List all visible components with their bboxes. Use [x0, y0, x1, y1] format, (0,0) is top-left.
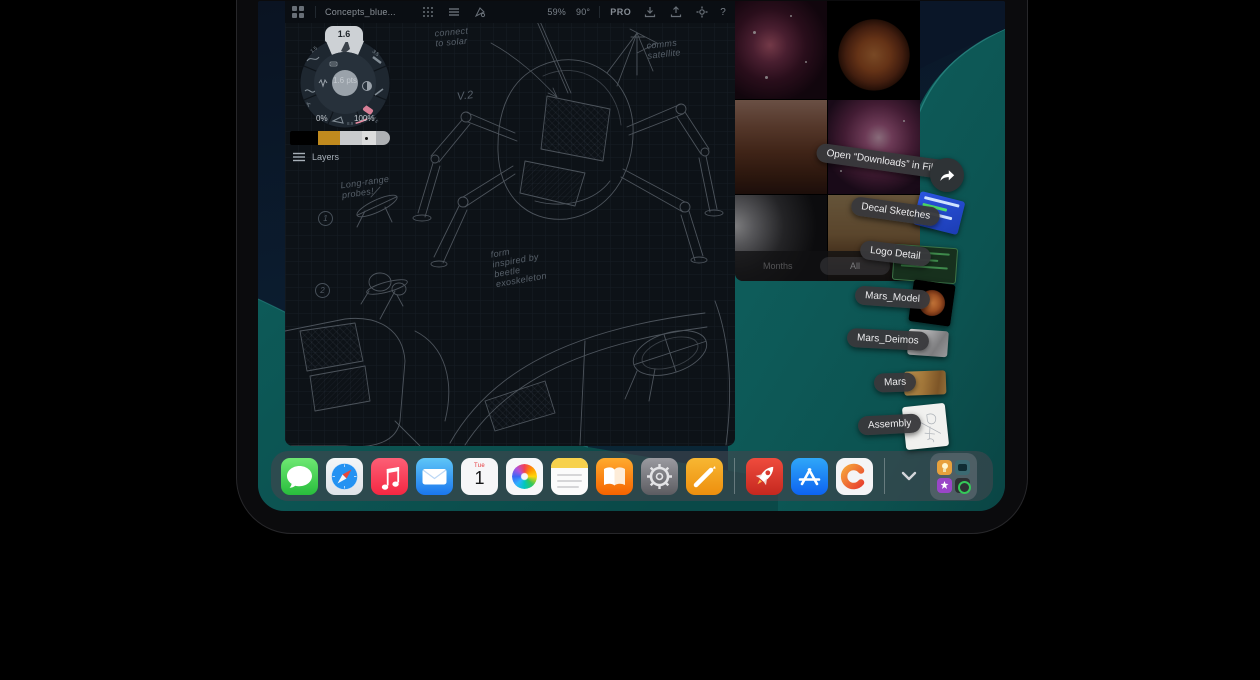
photos-flower-icon [512, 464, 537, 489]
dock-app-app-store[interactable] [791, 458, 828, 495]
safari-icon [326, 458, 363, 495]
opacity-max-label: 100% [354, 114, 374, 123]
help-icon[interactable]: ? [720, 7, 726, 18]
size-pts-label[interactable]: 1.6 pts [294, 76, 396, 85]
dock-app-library[interactable] [930, 453, 977, 500]
dock-app-concepts[interactable] [836, 458, 873, 495]
annotation-circled-2: 2 [315, 283, 330, 298]
svg-text:8.9: 8.9 [347, 121, 354, 126]
swatch-gray-selected[interactable] [340, 131, 362, 145]
dock-app-safari[interactable] [326, 458, 363, 495]
active-size-tab[interactable]: 1.6 [325, 26, 363, 42]
swatch-gold[interactable] [318, 131, 340, 145]
app-library-mini-star [937, 478, 952, 493]
photo-grid [735, 1, 920, 281]
canvas-rotation[interactable]: 90° [576, 7, 590, 17]
photo-orion-nebula[interactable] [828, 100, 920, 194]
photo-horsehead-nebula[interactable] [735, 1, 827, 99]
photos-app-window: Months All [735, 1, 920, 281]
zoom-level[interactable]: 59% [547, 7, 566, 17]
layers-label: Layers [312, 152, 339, 162]
hamburger-icon [293, 152, 305, 162]
segment-months[interactable]: Months [763, 261, 793, 271]
ipad-screen: connect to solar comms satellite V.2 Lon… [258, 1, 1005, 511]
dock-app-rocket[interactable] [746, 458, 783, 495]
color-palette-strip[interactable] [290, 131, 390, 145]
dock-app-calendar[interactable]: Tue 1 [461, 458, 498, 495]
annotation-connect-to-solar: connect to solar [434, 26, 469, 49]
layers-button[interactable]: Layers [293, 152, 339, 162]
selection-tool-icon[interactable] [474, 6, 486, 18]
dock-app-settings[interactable] [641, 458, 678, 495]
app-library-mini-camera [955, 460, 970, 475]
ipad-device-frame: connect to solar comms satellite V.2 Lon… [236, 0, 1028, 534]
music-note-icon [371, 458, 408, 495]
dock-app-books[interactable] [596, 458, 633, 495]
app-library-mini-green-ring [955, 478, 970, 493]
calendar-day-number: 1 [461, 469, 498, 487]
opacity-min-label: 0% [316, 114, 328, 123]
chevron-down-icon [901, 471, 917, 481]
annotation-version: V.2 [456, 90, 474, 102]
settings-gear-icon[interactable] [696, 6, 708, 18]
concepts-app-window: connect to solar comms satellite V.2 Lon… [285, 1, 735, 446]
dock: Tue 1 [271, 451, 993, 501]
pro-badge[interactable]: PRO [610, 7, 631, 17]
tool-wheel[interactable]: 1.5 3.5 8.9 14.5 A [294, 26, 396, 136]
photo-mars-planet[interactable] [828, 1, 920, 99]
dock-divider [734, 458, 735, 494]
pen-icon [686, 458, 723, 495]
dock-app-notes[interactable] [551, 458, 588, 495]
app-library-mini-lightbulb [937, 460, 952, 475]
annotation-circled-1: 1 [318, 211, 333, 226]
swatch-black[interactable] [290, 131, 318, 145]
precision-grid-icon[interactable] [422, 6, 434, 18]
notes-band [551, 458, 588, 468]
open-book-icon [596, 458, 633, 495]
segment-all-selected[interactable]: All [820, 257, 890, 275]
selected-swatch-dot [365, 137, 368, 140]
gear-icon [641, 458, 678, 495]
mail-envelope-icon [416, 458, 453, 495]
toolbar-divider [315, 6, 316, 18]
photo-mars-surface[interactable] [735, 100, 827, 194]
dock-app-music[interactable] [371, 458, 408, 495]
app-store-icon [791, 458, 828, 495]
layers-stack-icon[interactable] [448, 6, 460, 18]
annotation-comms-satellite: comms satellite [646, 37, 681, 60]
dock-app-photos[interactable] [506, 458, 543, 495]
dock-app-messages[interactable] [281, 458, 318, 495]
import-icon[interactable] [644, 6, 656, 18]
swatch-midgray[interactable] [376, 131, 390, 145]
document-title[interactable]: Concepts_blue... [325, 7, 396, 17]
concepts-toolbar: Concepts_blue... 59% 90° PRO ? [285, 1, 735, 23]
gallery-grid-icon[interactable] [292, 6, 304, 18]
toolbar-divider [599, 6, 600, 18]
dock-app-mail[interactable] [416, 458, 453, 495]
chevron-down-button[interactable] [896, 458, 922, 495]
concepts-c-icon [836, 458, 873, 495]
photos-zoom-bar: Months All [735, 251, 920, 281]
rocket-icon [746, 458, 783, 495]
messages-icon [281, 458, 318, 495]
dock-app-pen[interactable] [686, 458, 723, 495]
export-share-icon[interactable] [670, 6, 682, 18]
dock-divider [884, 458, 885, 494]
